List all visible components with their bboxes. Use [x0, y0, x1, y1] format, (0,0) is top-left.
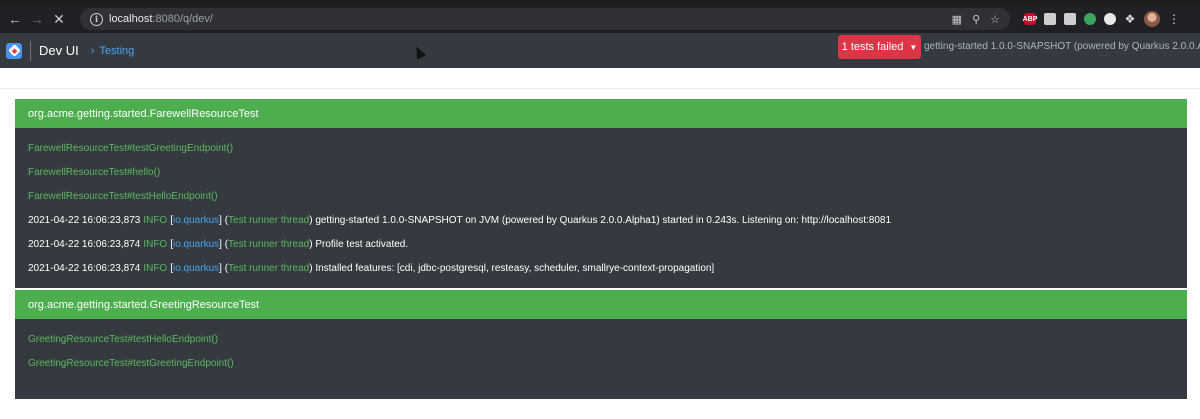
- app-title[interactable]: Dev UI: [39, 43, 79, 58]
- log-line: 2021-04-22 16:06:23,874 INFO [io.quarkus…: [28, 262, 715, 274]
- tests-failed-label: 1 tests failed: [841, 41, 904, 53]
- navbar-separator: [30, 40, 31, 61]
- quarkus-logo-icon[interactable]: [6, 42, 22, 59]
- test-item[interactable]: GreetingResourceTest#testGreetingEndpoin…: [28, 351, 1187, 375]
- extension-icon[interactable]: [1044, 13, 1056, 25]
- breadcrumb-testing[interactable]: Testing: [99, 45, 134, 57]
- breadcrumb[interactable]: › Testing: [91, 45, 135, 57]
- browser-toolbar: ← → ✕ i localhost:8080/q/dev/ ▦ ⚲ ☆ ABP …: [0, 5, 1200, 33]
- qr-code-icon[interactable]: ▦: [952, 13, 962, 26]
- forward-arrow-icon[interactable]: →: [28, 10, 46, 28]
- test-item[interactable]: FarewellResourceTest#testGreetingEndpoin…: [28, 136, 1187, 160]
- address-bar[interactable]: i localhost:8080/q/dev/ ▦ ⚲ ☆: [80, 8, 1010, 30]
- devui-navbar: Dev UI › Testing 1 tests failed ▼ gettin…: [0, 33, 1200, 68]
- chevron-right-icon: ›: [90, 44, 95, 57]
- suite-name: org.acme.getting.started.FarewellResourc…: [28, 107, 259, 120]
- test-item[interactable]: FarewellResourceTest#hello(): [28, 160, 1187, 184]
- version-info: getting-started 1.0.0-SNAPSHOT (powered …: [924, 41, 1200, 52]
- browser-menu-icon[interactable]: ⋮: [1168, 12, 1180, 26]
- profile-avatar[interactable]: [1144, 11, 1160, 27]
- suite-body: FarewellResourceTest#testGreetingEndpoin…: [15, 128, 1187, 288]
- adblock-extension-icon[interactable]: ABP: [1023, 13, 1037, 25]
- zoom-icon[interactable]: ⚲: [972, 13, 980, 26]
- site-info-icon[interactable]: i: [90, 12, 103, 26]
- test-item[interactable]: GreetingResourceTest#testHelloEndpoint(): [28, 327, 1187, 351]
- suite-header[interactable]: org.acme.getting.started.FarewellResourc…: [15, 99, 1187, 128]
- tests-failed-button[interactable]: 1 tests failed ▼: [838, 35, 921, 59]
- extensions-puzzle-icon[interactable]: ❖: [1124, 12, 1136, 26]
- stop-loading-icon[interactable]: ✕: [50, 10, 68, 28]
- test-item[interactable]: FarewellResourceTest#testHelloEndpoint(): [28, 184, 1187, 208]
- log-line: 2021-04-22 16:06:23,874 INFO [io.quarkus…: [28, 238, 409, 250]
- url-text: localhost:8080/q/dev/: [109, 13, 213, 25]
- log-line: 2021-04-22 16:06:23,873 INFO [io.quarkus…: [28, 214, 892, 226]
- test-results: org.acme.getting.started.FarewellResourc…: [15, 99, 1187, 399]
- suite-body: GreetingResourceTest#testHelloEndpoint()…: [15, 319, 1187, 399]
- extension-icon[interactable]: [1084, 13, 1096, 25]
- extension-icon[interactable]: [1104, 13, 1116, 25]
- back-arrow-icon[interactable]: ←: [6, 10, 24, 28]
- extension-icon[interactable]: [1064, 13, 1076, 25]
- caret-down-icon: ▼: [909, 42, 918, 52]
- suite-name: org.acme.getting.started.GreetingResourc…: [28, 298, 260, 311]
- suite-header[interactable]: org.acme.getting.started.GreetingResourc…: [15, 290, 1187, 319]
- page-divider: [0, 88, 1200, 89]
- bookmark-star-icon[interactable]: ☆: [990, 13, 1000, 26]
